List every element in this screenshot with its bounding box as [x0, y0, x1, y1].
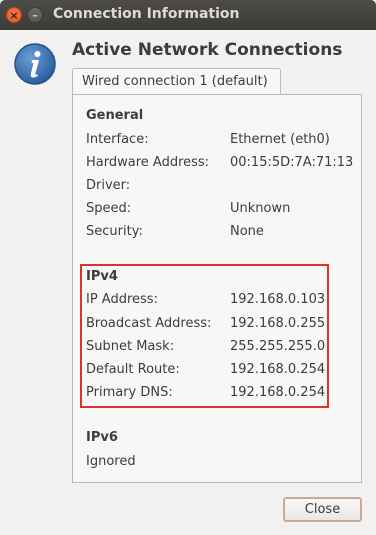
window-minimize-button[interactable]: –: [27, 7, 43, 23]
info-icon: [14, 43, 56, 85]
hardware-address-label: Hardware Address:: [86, 155, 210, 170]
primary-dns-value: 192.168.0.254: [230, 385, 326, 400]
general-section-title: General: [86, 108, 144, 123]
primary-dns-label: Primary DNS:: [86, 385, 173, 400]
window-titlebar[interactable]: × – Connection Information: [0, 0, 376, 30]
ipv4-section-title: IPv4: [86, 269, 118, 284]
close-button[interactable]: Close: [283, 497, 362, 522]
close-icon: ×: [9, 8, 19, 22]
tab-wired-connection-1[interactable]: Wired connection 1 (default): [72, 68, 281, 95]
security-label: Security:: [86, 224, 143, 239]
broadcast-address-value: 192.168.0.255: [230, 316, 326, 331]
interface-value: Ethernet (eth0): [230, 132, 330, 147]
hardware-address-value: 00:15:5D:7A:71:13: [230, 155, 354, 170]
page-title: Active Network Connections: [72, 40, 343, 60]
speed-value: Unknown: [230, 201, 291, 216]
default-route-value: 192.168.0.254: [230, 362, 326, 377]
interface-label: Interface:: [86, 132, 149, 147]
window-close-button[interactable]: ×: [6, 7, 22, 23]
driver-label: Driver:: [86, 178, 131, 193]
ip-address-label: IP Address:: [86, 292, 158, 307]
window-title: Connection Information: [53, 6, 240, 22]
security-value: None: [230, 224, 264, 239]
ipv6-section-title: IPv6: [86, 430, 118, 445]
speed-label: Speed:: [86, 201, 132, 216]
subnet-mask-label: Subnet Mask:: [86, 339, 175, 354]
broadcast-address-label: Broadcast Address:: [86, 316, 212, 331]
default-route-label: Default Route:: [86, 362, 180, 377]
ipv6-status: Ignored: [86, 454, 136, 469]
minimize-icon: –: [32, 8, 38, 22]
ip-address-value: 192.168.0.103: [230, 292, 326, 307]
subnet-mask-value: 255.255.255.0: [230, 339, 326, 354]
